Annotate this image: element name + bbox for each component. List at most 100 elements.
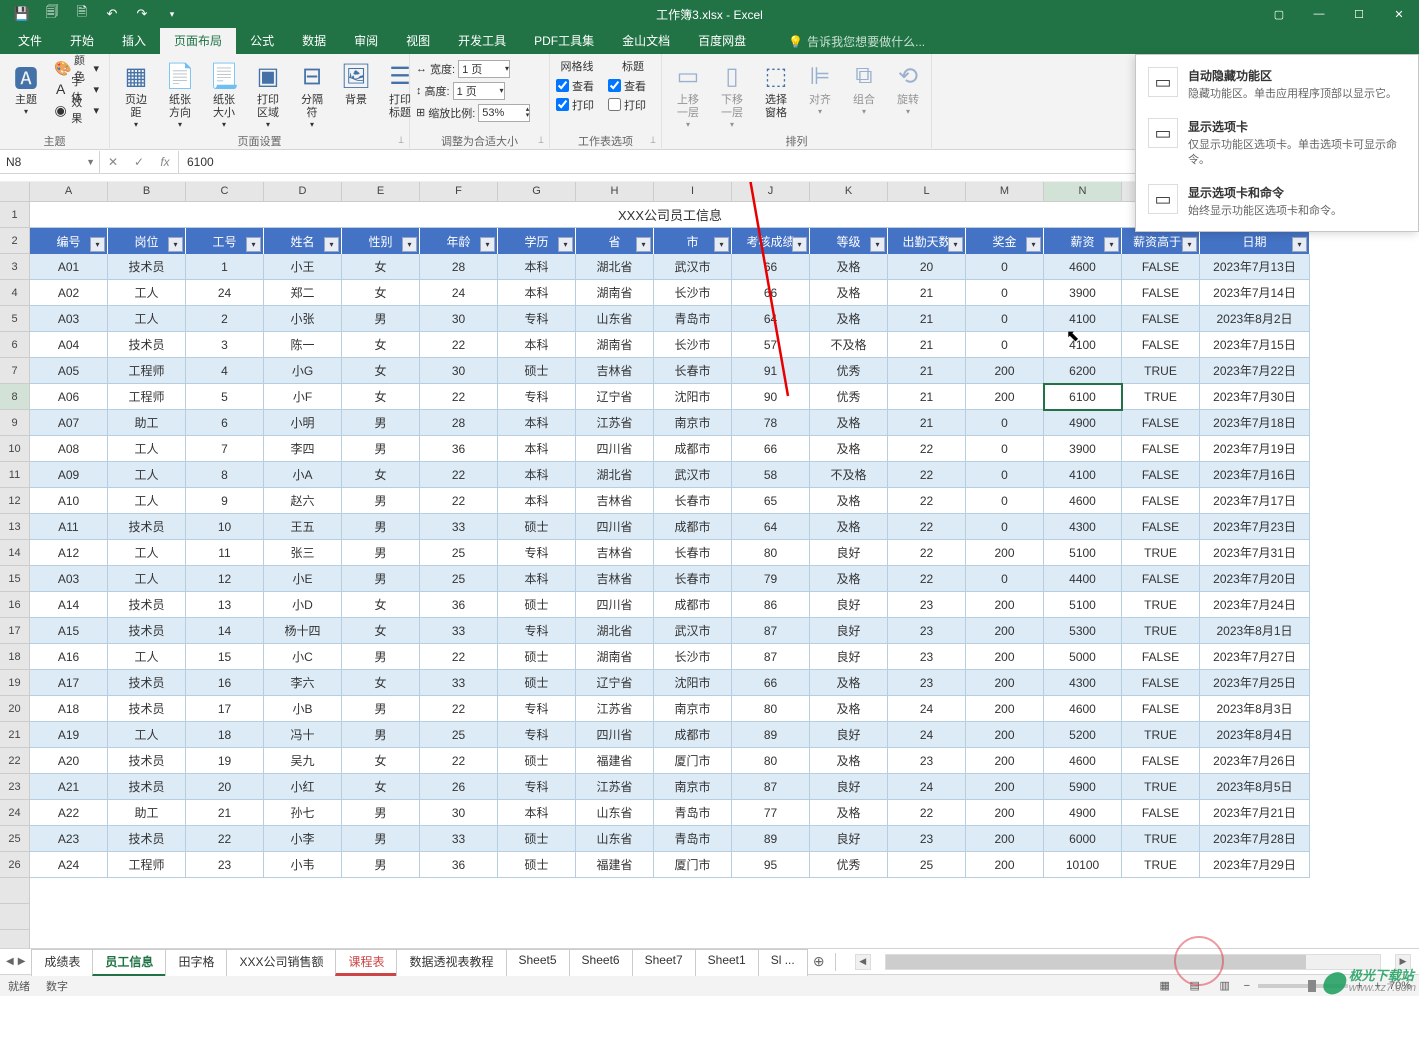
filter-dropdown-icon[interactable]: ▾ (168, 237, 183, 252)
row-header-8[interactable]: 8 (0, 384, 29, 410)
cell[interactable]: 良好 (810, 644, 888, 670)
cell[interactable]: 200 (966, 774, 1044, 800)
cell[interactable]: 25 (888, 852, 966, 878)
cell[interactable]: 工程师 (108, 852, 186, 878)
menu-tab-10[interactable]: 金山文档 (608, 27, 684, 54)
cell[interactable]: 小李 (264, 826, 342, 852)
row-header-18[interactable]: 18 (0, 644, 29, 670)
menu-tab-3[interactable]: 页面布局 (160, 27, 236, 54)
cell[interactable]: 2023年7月16日 (1200, 462, 1310, 488)
cell[interactable]: 长春市 (654, 566, 732, 592)
cell[interactable]: 200 (966, 592, 1044, 618)
cell[interactable]: 本科 (498, 436, 576, 462)
bring-forward-button[interactable]: ▭上移一层▾ (668, 58, 708, 131)
cell[interactable]: 硕士 (498, 592, 576, 618)
col-header-K[interactable]: K (810, 182, 888, 201)
cell[interactable]: FALSE (1122, 254, 1200, 280)
col-header-H[interactable]: H (576, 182, 654, 201)
cell[interactable]: 80 (732, 540, 810, 566)
cell[interactable]: 2023年7月19日 (1200, 436, 1310, 462)
cell[interactable]: 22 (888, 514, 966, 540)
cell[interactable]: 吉林省 (576, 358, 654, 384)
cell[interactable]: 22 (888, 800, 966, 826)
row-header-11[interactable]: 11 (0, 462, 29, 488)
cell[interactable]: 李四 (264, 436, 342, 462)
themes-button[interactable]: 🅰 主题 ▾ (6, 58, 46, 118)
cell[interactable]: 南京市 (654, 696, 732, 722)
cell[interactable]: 技术员 (108, 670, 186, 696)
cell[interactable]: 男 (342, 540, 420, 566)
cell[interactable]: 64 (732, 514, 810, 540)
cell[interactable]: 4300 (1044, 670, 1122, 696)
cell[interactable]: 2023年7月17日 (1200, 488, 1310, 514)
cell[interactable]: 小F (264, 384, 342, 410)
cell[interactable]: 6000 (1044, 826, 1122, 852)
cell[interactable]: 66 (732, 280, 810, 306)
cell[interactable]: 23 (888, 644, 966, 670)
cell[interactable]: 2023年8月4日 (1200, 722, 1310, 748)
cell[interactable]: 技术员 (108, 618, 186, 644)
cell[interactable]: 四川省 (576, 722, 654, 748)
cell[interactable]: 及格 (810, 306, 888, 332)
cell[interactable]: 0 (966, 410, 1044, 436)
add-sheet-button[interactable]: ⊕ (807, 953, 831, 970)
cell[interactable]: 专科 (498, 384, 576, 410)
cell[interactable]: 助工 (108, 410, 186, 436)
align-button[interactable]: ⊫对齐▾ (800, 58, 840, 118)
scroll-left-icon[interactable]: ◀ (855, 954, 871, 970)
page-break-icon[interactable]: ▥ (1214, 977, 1236, 995)
cell[interactable]: 6200 (1044, 358, 1122, 384)
cell[interactable]: 女 (342, 618, 420, 644)
worksheet-grid[interactable]: ABCDEFGHIJKLMNOP 12345678910111213141516… (0, 182, 1419, 948)
cell[interactable]: 工程师 (108, 358, 186, 384)
cell[interactable]: 23 (888, 748, 966, 774)
cell[interactable]: 工人 (108, 436, 186, 462)
effects-button[interactable]: ◉效果▾ (50, 100, 103, 120)
ribbon-option-2[interactable]: ▭显示选项卡和命令始终显示功能区选项卡和命令。 (1136, 176, 1418, 227)
cell[interactable]: A09 (30, 462, 108, 488)
cell[interactable]: 四川省 (576, 436, 654, 462)
save-icon[interactable]: 💾 (8, 2, 36, 26)
row-header-22[interactable]: 22 (0, 748, 29, 774)
cell[interactable]: 2023年7月26日 (1200, 748, 1310, 774)
cell[interactable]: 22 (420, 462, 498, 488)
cell[interactable]: 技术员 (108, 592, 186, 618)
sheet-tab-0[interactable]: 成绩表 (31, 949, 93, 976)
menu-tab-1[interactable]: 开始 (56, 27, 108, 54)
cell[interactable]: 及格 (810, 436, 888, 462)
scale-spinner[interactable]: 53%▴▾ (478, 104, 530, 122)
cell[interactable]: 23 (186, 852, 264, 878)
cell[interactable]: 小红 (264, 774, 342, 800)
cell[interactable]: 4400 (1044, 566, 1122, 592)
cell[interactable]: 24 (186, 280, 264, 306)
table-header-13[interactable]: 薪资▾ (1044, 228, 1122, 254)
row-header-5[interactable]: 5 (0, 306, 29, 332)
row-header-15[interactable]: 15 (0, 566, 29, 592)
cell[interactable]: 0 (966, 254, 1044, 280)
cell[interactable]: 15 (186, 644, 264, 670)
cell[interactable]: 22 (888, 540, 966, 566)
cell[interactable]: 王五 (264, 514, 342, 540)
cell[interactable]: 优秀 (810, 384, 888, 410)
cell[interactable]: 33 (420, 618, 498, 644)
cell[interactable]: TRUE (1122, 852, 1200, 878)
cell[interactable]: 200 (966, 748, 1044, 774)
filter-dropdown-icon[interactable]: ▾ (90, 237, 105, 252)
cell[interactable]: 4100 (1044, 462, 1122, 488)
cell[interactable]: 江苏省 (576, 696, 654, 722)
col-header-I[interactable]: I (654, 182, 732, 201)
cell[interactable]: A16 (30, 644, 108, 670)
cell[interactable]: TRUE (1122, 358, 1200, 384)
cell[interactable]: A10 (30, 488, 108, 514)
cell[interactable]: 22 (420, 488, 498, 514)
cell[interactable]: 长沙市 (654, 332, 732, 358)
filter-dropdown-icon[interactable]: ▾ (636, 237, 651, 252)
cell[interactable]: 郑二 (264, 280, 342, 306)
qat-more-icon[interactable]: ▾ (158, 2, 186, 26)
cell[interactable]: 2023年7月29日 (1200, 852, 1310, 878)
cell[interactable]: 技术员 (108, 514, 186, 540)
row-header-16[interactable]: 16 (0, 592, 29, 618)
menu-tab-6[interactable]: 审阅 (340, 27, 392, 54)
cell[interactable]: 4100 (1044, 306, 1122, 332)
cell[interactable]: 87 (732, 774, 810, 800)
